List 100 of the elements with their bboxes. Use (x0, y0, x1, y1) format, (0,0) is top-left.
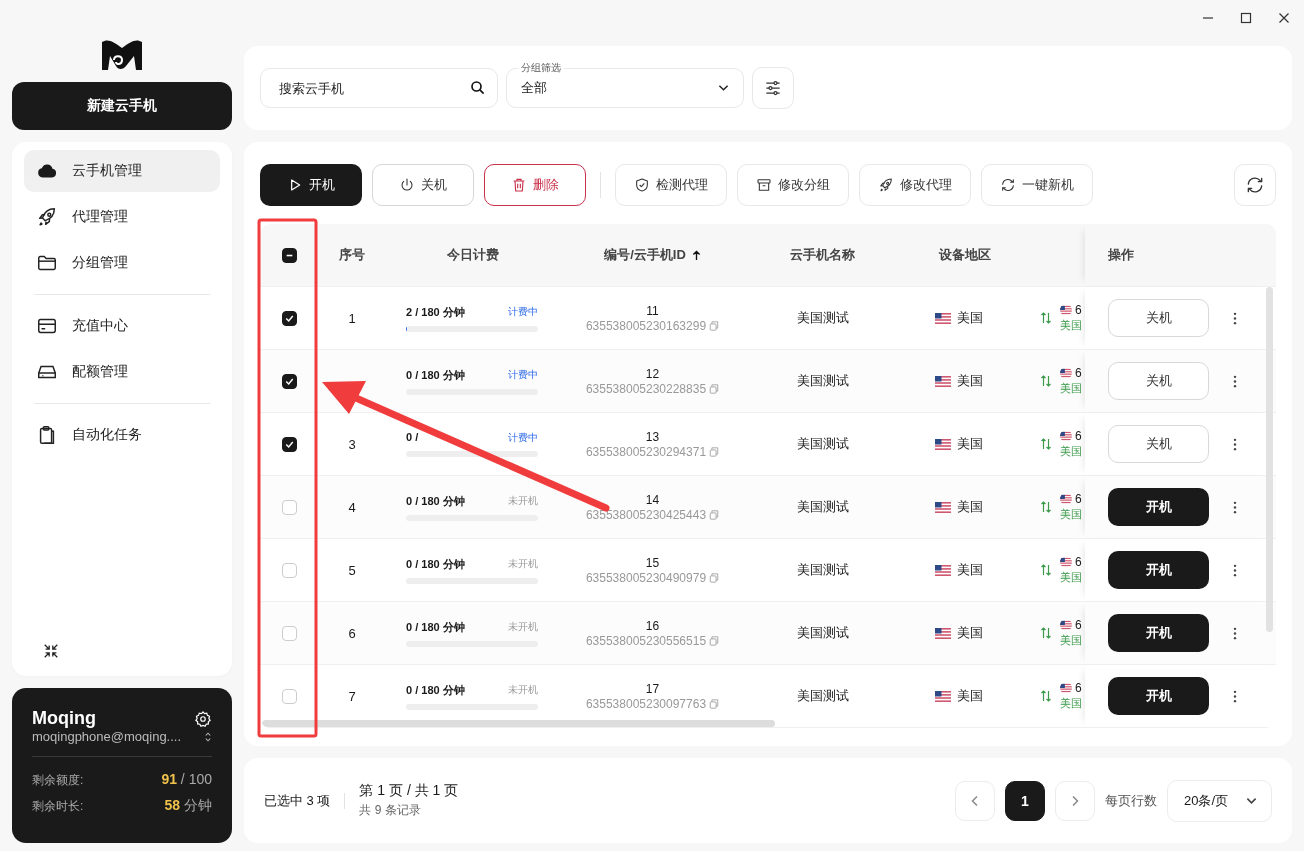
more-icon[interactable] (1233, 311, 1237, 325)
user-email: moqingphone@moqing.... (32, 729, 182, 744)
row-checkbox[interactable] (281, 373, 297, 389)
power-button[interactable]: 开机 (1108, 677, 1209, 715)
power-button[interactable]: 关机 (1108, 299, 1209, 337)
table-cell: 7 (348, 688, 356, 704)
collapse-icon[interactable] (42, 642, 60, 660)
more-icon[interactable] (1233, 689, 1237, 703)
nav-item[interactable]: 自动化任务 (24, 414, 220, 456)
proxy-ip: 6 (1075, 303, 1082, 317)
proxy-region: 美国 (1060, 570, 1082, 585)
vertical-scrollbar[interactable] (1266, 287, 1273, 632)
power-button[interactable]: 关机 (1108, 425, 1209, 463)
flag-icon (1060, 493, 1072, 505)
nav-item[interactable]: 充值中心 (24, 305, 220, 347)
device-number: 16 (645, 618, 660, 633)
flag-icon (935, 564, 951, 576)
region-text: 美国 (957, 372, 983, 390)
proxy-region: 美国 (1060, 381, 1082, 396)
toolbar-button[interactable]: 修改分组 (737, 164, 849, 206)
toolbar-button[interactable]: 检测代理 (615, 164, 727, 206)
rocket-icon (36, 206, 58, 228)
billing-status: 计费中 (508, 431, 538, 445)
refresh-icon (1245, 175, 1265, 195)
field-label: 分组筛选 (518, 61, 564, 75)
row-checkbox[interactable] (281, 436, 297, 452)
column-header: 操作 (1108, 246, 1134, 264)
column-header: 今日计费 (447, 246, 499, 264)
page-size-select[interactable]: 20条/页 (1167, 779, 1272, 822)
table-cell: 美国测试 (796, 687, 849, 705)
region-text: 美国 (957, 435, 983, 453)
more-icon[interactable] (1233, 626, 1237, 640)
filter-settings-button[interactable] (752, 67, 794, 109)
proxy-region: 美国 (1060, 318, 1082, 333)
proxy-region: 美国 (1060, 633, 1082, 648)
region-text: 美国 (957, 687, 983, 705)
power-button[interactable]: 开机 (1108, 614, 1209, 652)
search-input[interactable]: 搜索云手机 (277, 79, 469, 97)
settings-icon[interactable] (194, 709, 212, 728)
horizontal-scrollbar[interactable] (262, 720, 775, 727)
power-button[interactable]: 开机 (1108, 551, 1209, 589)
chevron-down-icon[interactable] (1246, 796, 1257, 805)
toolbar-button[interactable]: 一键新机 (981, 164, 1093, 206)
swap-icon (1040, 374, 1052, 388)
flag-icon (1060, 682, 1072, 694)
more-icon[interactable] (1233, 374, 1237, 388)
maximize-icon[interactable] (1240, 12, 1252, 24)
table-cell: 6 (348, 625, 356, 641)
usage-text: 0 / 180 分钟 (406, 619, 465, 635)
billing-status: 计费中 (508, 367, 538, 382)
column-header: 云手机名称 (790, 246, 855, 264)
switch-icon[interactable] (204, 730, 212, 743)
table-cell: 美国测试 (796, 372, 849, 390)
power-icon (399, 177, 415, 193)
row-checkbox[interactable] (281, 310, 297, 326)
device-id: 635538005230425443 (585, 507, 707, 522)
nav-item[interactable]: 配额管理 (24, 351, 220, 393)
nav-item[interactable]: 代理管理 (24, 196, 220, 238)
column-header: 序号 (339, 246, 365, 264)
refresh-button[interactable] (1234, 164, 1276, 206)
swap-icon (1040, 563, 1052, 577)
record-total: 共 9 条记录 (359, 802, 422, 819)
toolbar-button[interactable]: 开机 (260, 164, 362, 206)
device-id: 635538005230097763 (585, 696, 707, 711)
billing-status: 未开机 (508, 619, 538, 634)
swap-icon (1040, 626, 1052, 640)
select-all-checkbox[interactable] (281, 247, 297, 263)
sliders-icon (763, 78, 783, 98)
region-text: 美国 (957, 624, 983, 642)
column-header[interactable]: 编号/云手机ID (604, 246, 686, 264)
power-button[interactable]: 关机 (1108, 362, 1209, 400)
power-button[interactable]: 开机 (1108, 488, 1209, 526)
sort-arrow-icon[interactable] (691, 249, 701, 261)
billing-status: 未开机 (508, 682, 538, 697)
search-field[interactable]: 搜索云手机 (260, 68, 498, 108)
more-icon[interactable] (1233, 437, 1237, 451)
device-id: 635538005230294371 (585, 444, 707, 459)
device-id: 635538005230556515 (585, 633, 707, 648)
chevron-down-icon[interactable] (718, 84, 729, 92)
usage-text: 2 / 180 分钟 (406, 304, 465, 320)
shield-check-icon (634, 177, 650, 193)
flag-icon (935, 438, 951, 450)
toolbar-button[interactable]: 关机 (372, 164, 474, 206)
toolbar-button[interactable]: 删除 (484, 164, 586, 206)
selected-count: 已选中 3 项 (264, 791, 331, 810)
more-icon[interactable] (1233, 563, 1237, 577)
flag-icon (1060, 367, 1072, 379)
search-icon[interactable] (469, 79, 487, 97)
flag-icon (935, 501, 951, 513)
close-icon[interactable] (1278, 12, 1290, 24)
nav-item[interactable]: 分组管理 (24, 242, 220, 284)
chevron-left-icon (971, 794, 979, 807)
new-phone-button[interactable]: 新建云手机 (12, 82, 232, 130)
nav-item[interactable]: 云手机管理 (24, 150, 220, 192)
billing-status: 未开机 (508, 493, 538, 508)
flag-icon (1060, 619, 1072, 631)
toolbar-button[interactable]: 修改代理 (859, 164, 971, 206)
region-text: 美国 (957, 309, 983, 327)
page-button[interactable]: 1 (1005, 780, 1045, 821)
more-icon[interactable] (1233, 500, 1237, 514)
